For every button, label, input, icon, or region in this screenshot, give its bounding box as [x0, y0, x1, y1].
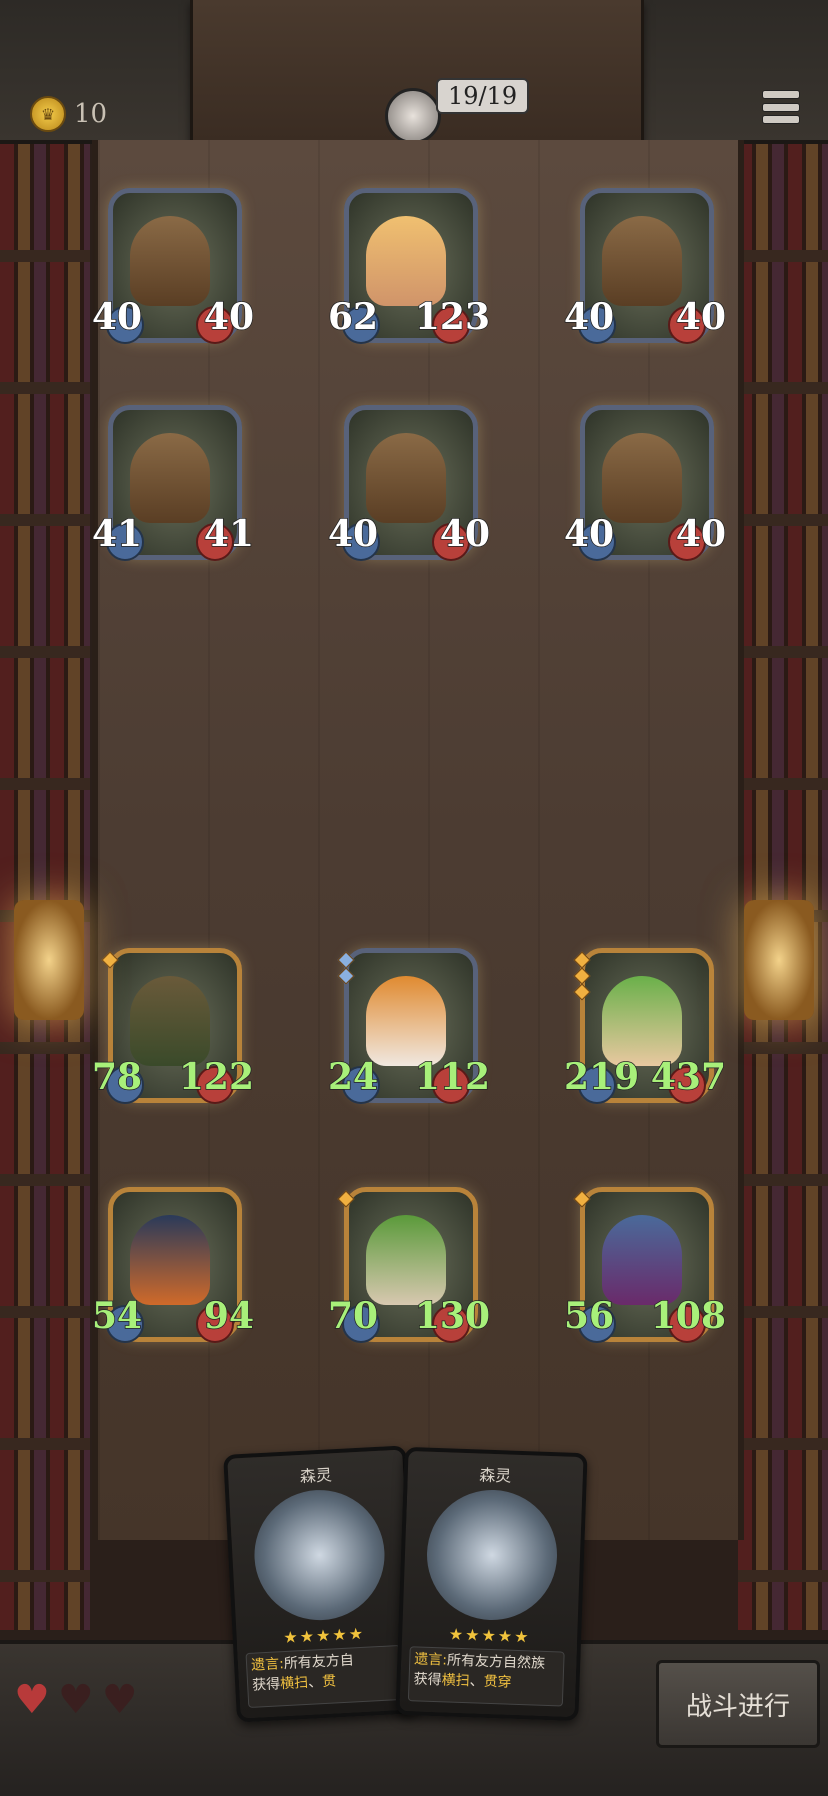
- crown-coin-icon: ♛: [30, 96, 66, 132]
- ally-unit[interactable]: 56 108: [563, 1187, 727, 1352]
- unit-health: 40: [439, 512, 491, 556]
- bookshelf-right: [738, 130, 828, 1630]
- bookshelf-left: [0, 130, 90, 1630]
- hero-avatar[interactable]: [385, 88, 441, 144]
- unit-attack: 40: [327, 512, 379, 556]
- lantern-left: [14, 900, 84, 1020]
- bucket-knight-portrait: [602, 216, 682, 306]
- enemy-unit[interactable]: 41 41: [91, 405, 255, 570]
- unit-health: 130: [414, 1294, 491, 1338]
- ally-unit[interactable]: 219 437: [563, 948, 727, 1113]
- unit-health: 437: [650, 1055, 727, 1099]
- start-battle-button[interactable]: 战斗进行: [656, 1660, 820, 1748]
- unit-health: 40: [675, 512, 727, 556]
- heart-icon: ♥: [101, 1677, 138, 1723]
- enemy-unit[interactable]: 40 40: [563, 188, 727, 353]
- unit-health: 40: [675, 295, 727, 339]
- ally-unit[interactable]: 54 94: [91, 1187, 255, 1352]
- elder-dryad-portrait: [366, 1215, 446, 1305]
- heart-icon: ♥: [57, 1677, 94, 1723]
- card-description: 遗言:所有友方自 获得横扫、贯: [245, 1644, 404, 1708]
- dark-elf-portrait: [602, 1215, 682, 1305]
- unit-counter: 19/19: [436, 78, 530, 114]
- gold-value: 10: [74, 99, 108, 129]
- unit-attack: 24: [327, 1055, 379, 1099]
- ally-unit[interactable]: 78 122: [91, 948, 255, 1113]
- unit-health: 112: [414, 1055, 491, 1099]
- forest-spirit-art: [424, 1487, 560, 1623]
- bucket-knight-portrait: [130, 433, 210, 523]
- unit-attack: 41: [91, 512, 143, 556]
- unit-attack: 219: [563, 1055, 640, 1099]
- unit-attack: 56: [563, 1294, 615, 1338]
- goblin-witch-portrait: [130, 976, 210, 1066]
- ally-unit[interactable]: 70 130: [327, 1187, 491, 1352]
- child-portrait: [366, 216, 446, 306]
- unit-attack: 78: [91, 1055, 143, 1099]
- bucket-knight-portrait: [366, 433, 446, 523]
- enemy-unit[interactable]: 40 40: [563, 405, 727, 570]
- unit-health: 40: [203, 295, 255, 339]
- unit-attack: 70: [327, 1294, 379, 1338]
- enemy-unit[interactable]: 40 40: [327, 405, 491, 570]
- candle-pumpkin-portrait: [130, 1215, 210, 1305]
- unit-health: 94: [203, 1294, 255, 1338]
- card-title: 森灵: [299, 1465, 333, 1486]
- unit-health: 122: [178, 1055, 255, 1099]
- lantern-right: [744, 900, 814, 1020]
- leaf-dryad-portrait: [602, 976, 682, 1066]
- hand-card[interactable]: 森灵 ★★★★★ 遗言:所有友方自 获得横扫、贯: [223, 1445, 420, 1723]
- unit-health: 41: [203, 512, 255, 556]
- menu-icon[interactable]: [762, 90, 800, 124]
- unit-attack: 62: [327, 295, 379, 339]
- enemy-unit[interactable]: 62 123: [327, 188, 491, 353]
- unit-attack: 54: [91, 1294, 143, 1338]
- ally-unit[interactable]: 24 112: [327, 948, 491, 1113]
- bucket-knight-portrait: [602, 433, 682, 523]
- unit-health: 108: [650, 1294, 727, 1338]
- card-title: 森灵: [478, 1465, 512, 1486]
- enemy-unit[interactable]: 40 40: [91, 188, 255, 353]
- heart-icon: ♥: [14, 1677, 50, 1723]
- unit-attack: 40: [563, 512, 615, 556]
- unit-attack: 40: [91, 295, 143, 339]
- card-description: 遗言:所有友方自然族 获得横扫、贯穿: [407, 1646, 565, 1707]
- unit-health: 123: [414, 295, 491, 339]
- lives-display: ♥ ♥ ♥: [14, 1680, 138, 1720]
- hand-card[interactable]: 森灵 ★★★★★ 遗言:所有友方自然族 获得横扫、贯穿: [395, 1446, 588, 1722]
- bucket-knight-portrait: [130, 216, 210, 306]
- card-stars: ★★★★★: [448, 1624, 531, 1647]
- forest-spirit-art: [251, 1486, 388, 1624]
- gold-display: ♛ 10: [30, 96, 107, 132]
- unit-attack: 40: [563, 295, 615, 339]
- pumpkin-ghost-portrait: [366, 976, 446, 1066]
